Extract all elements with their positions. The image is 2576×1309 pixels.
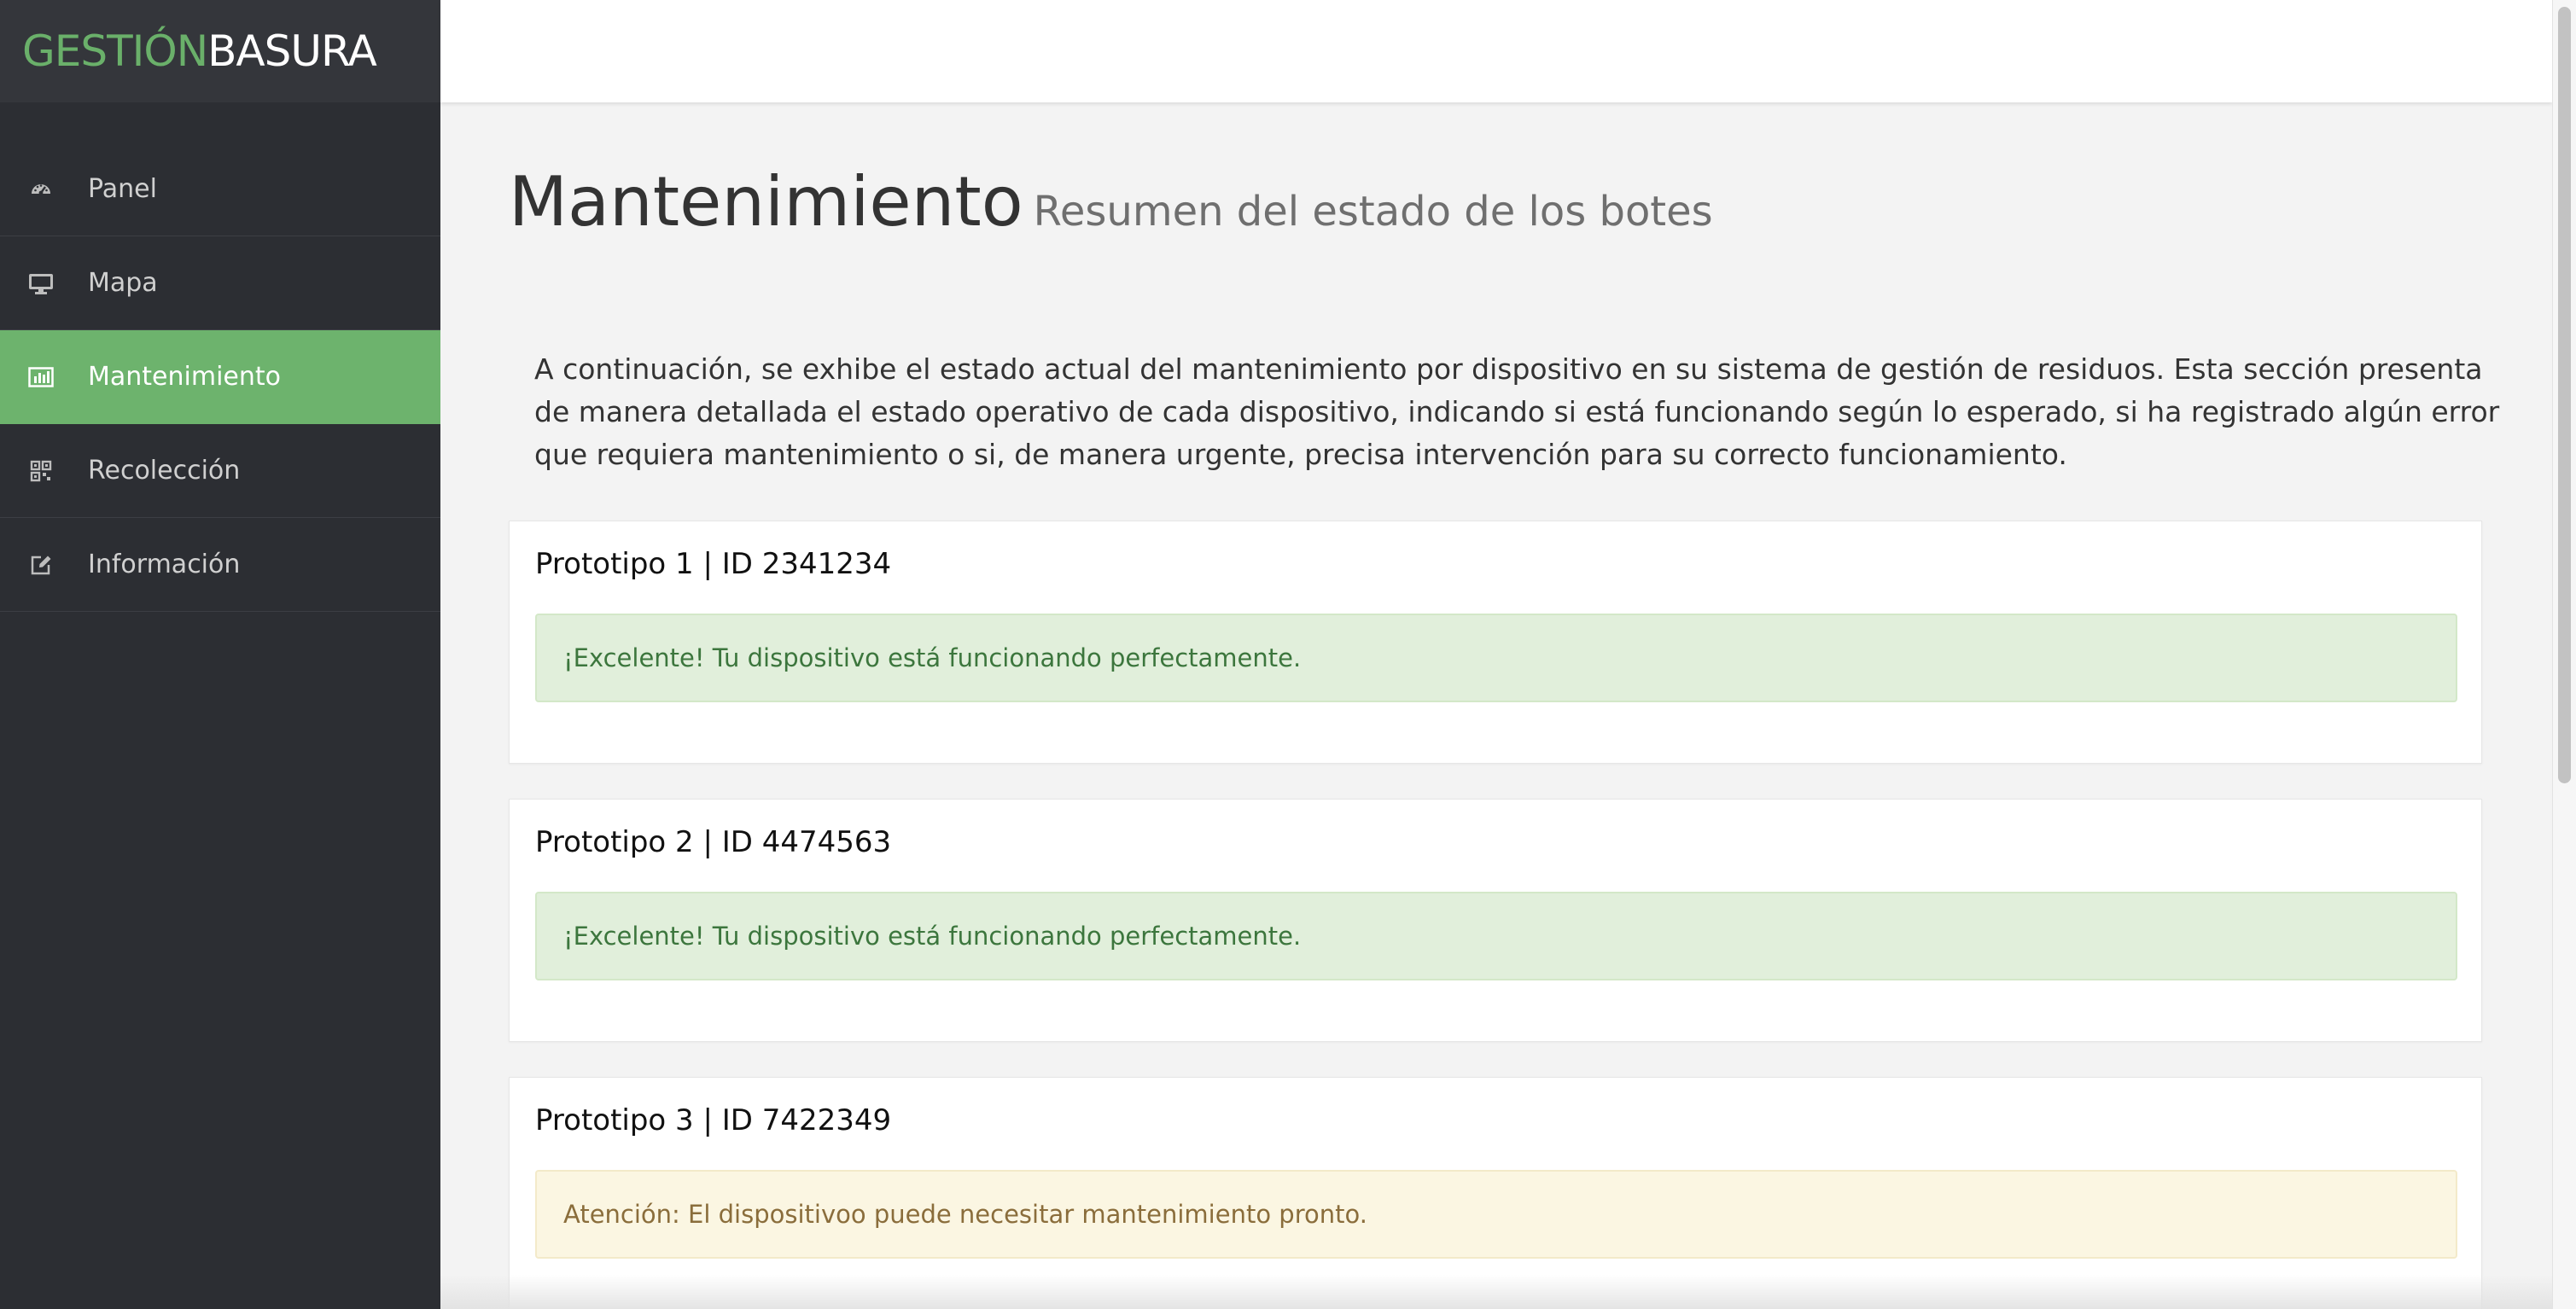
sidebar-item-label: Información xyxy=(88,550,241,579)
status-alert-success: ¡Excelente! Tu dispositivo está funciona… xyxy=(535,614,2457,702)
bar-chart-icon xyxy=(0,365,88,389)
device-card-title: Prototipo 2 | ID 4474563 xyxy=(535,825,892,859)
sidebar-item-label: Mapa xyxy=(88,268,158,298)
brand-logo[interactable]: GESTIÓN BASURA xyxy=(0,0,440,102)
device-card: Prototipo 1 | ID 2341234 ¡Excelente! Tu … xyxy=(509,521,2482,764)
page-title-text: Mantenimiento xyxy=(509,162,1023,241)
sidebar-item-label: Mantenimiento xyxy=(88,362,281,392)
bottom-fade xyxy=(440,1275,2552,1309)
sidebar-item-mantenimiento[interactable]: Mantenimiento xyxy=(0,330,440,424)
page-subtitle: Resumen del estado de los botes xyxy=(1033,188,1713,236)
qr-code-icon xyxy=(0,460,88,482)
sidebar-item-recoleccion[interactable]: Recolección xyxy=(0,424,440,518)
device-card: Prototipo 2 | ID 4474563 ¡Excelente! Tu … xyxy=(509,799,2482,1042)
brand-logo-part1: GESTIÓN xyxy=(22,26,208,76)
edit-icon xyxy=(0,553,88,577)
sidebar-item-label: Recolección xyxy=(88,456,241,486)
device-card-title: Prototipo 3 | ID 7422349 xyxy=(535,1103,892,1137)
sidebar-item-informacion[interactable]: Información xyxy=(0,518,440,612)
sidebar-item-label: Panel xyxy=(88,174,157,204)
brand-logo-part2: BASURA xyxy=(207,26,377,76)
sidebar-nav: Panel Mapa Mantenimiento Recolección Inf… xyxy=(0,143,440,612)
page-title: Mantenimiento Resumen del estado de los b… xyxy=(509,162,1713,241)
sidebar-item-panel[interactable]: Panel xyxy=(0,143,440,236)
dashboard-icon xyxy=(0,177,88,201)
sidebar: GESTIÓN BASURA Panel Mapa Mantenimiento … xyxy=(0,0,440,1309)
device-card-title: Prototipo 1 | ID 2341234 xyxy=(535,547,892,581)
monitor-icon xyxy=(0,271,88,295)
intro-paragraph: A continuación, se exhibe el estado actu… xyxy=(534,352,2500,471)
scrollbar-thumb[interactable] xyxy=(2558,7,2571,783)
status-alert-warning: Atención: El dispositivoo puede necesita… xyxy=(535,1170,2457,1259)
vertical-scrollbar[interactable] xyxy=(2552,0,2576,1309)
status-alert-success: ¡Excelente! Tu dispositivo está funciona… xyxy=(535,892,2457,980)
top-header xyxy=(440,0,2552,102)
sidebar-item-mapa[interactable]: Mapa xyxy=(0,236,440,330)
main-content: Mantenimiento Resumen del estado de los b… xyxy=(440,102,2552,1309)
